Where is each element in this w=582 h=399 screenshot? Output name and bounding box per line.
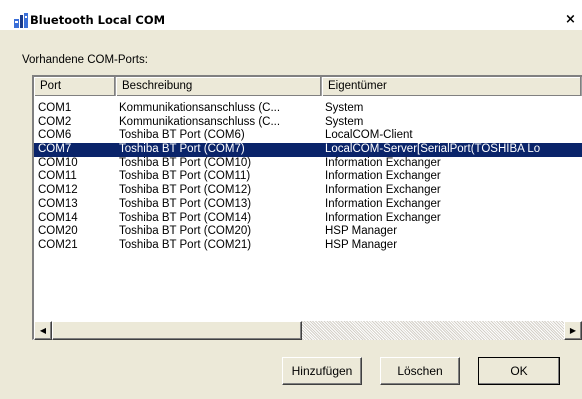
port-cell: COM13: [38, 197, 78, 210]
owner-cell: HSP Manager: [325, 238, 398, 251]
column-header-port[interactable]: Port: [34, 77, 116, 96]
owner-cell: Information Exchanger: [325, 170, 441, 183]
owner-cell: LocalCOM-Server[SerialPort(TOSHIBA Lo: [325, 143, 541, 156]
owner-cell: Information Exchanger: [325, 197, 441, 210]
description-cell: Toshiba BT Port (COM14): [119, 211, 252, 224]
add-button[interactable]: Hinzufügen: [282, 357, 362, 385]
description-cell: Toshiba BT Port (COM20): [119, 225, 252, 238]
table-row[interactable]: COM12 Toshiba BT Port (COM12) Information …: [34, 184, 582, 198]
owner-cell: LocalCOM-Client: [325, 129, 413, 142]
description-cell: Toshiba BT Port (COM6): [119, 129, 245, 142]
port-cell: COM2: [38, 115, 72, 128]
owner-cell: Information Exchanger: [325, 211, 441, 224]
scroll-thumb[interactable]: [52, 321, 302, 340]
port-cell: COM12: [38, 184, 78, 197]
description-cell: Kommunikationsanschluss (C...: [119, 115, 281, 128]
delete-button[interactable]: Löschen: [380, 357, 460, 385]
owner-cell: System: [325, 115, 364, 128]
port-cell: COM10: [38, 156, 78, 169]
port-cell: COM11: [38, 170, 77, 183]
table-row[interactable]: COM13 Toshiba BT Port (COM13) Information …: [34, 198, 582, 212]
dialog-window: Bluetooth Local COM × Vorhandene COM-Por…: [0, 0, 582, 399]
table-row[interactable]: COM14 Toshiba BT Port (COM14) Information …: [34, 212, 582, 226]
owner-cell: Information Exchanger: [325, 184, 441, 197]
ok-button[interactable]: OK: [478, 357, 560, 385]
port-cell: COM7: [38, 143, 72, 156]
port-cell: COM1: [38, 102, 72, 114]
bluetooth-com-icon: [14, 13, 28, 28]
window-title: Bluetooth Local COM: [30, 13, 166, 27]
close-button[interactable]: ×: [565, 11, 582, 29]
scroll-left-button[interactable]: ◀: [34, 321, 52, 340]
table-row[interactable]: COM7 Toshiba BT Port (COM7) LocalCOM-Serve…: [34, 143, 582, 157]
description-cell: Toshiba BT Port (COM7): [119, 143, 245, 156]
title-bar[interactable]: Bluetooth Local COM ×: [0, 0, 582, 30]
port-cell: COM14: [38, 211, 78, 224]
owner-cell: System: [325, 102, 364, 114]
table-row[interactable]: COM6 Toshiba BT Port (COM6) LocalCOM-Clien…: [34, 129, 582, 143]
column-header-description[interactable]: Beschreibung: [116, 77, 322, 96]
port-cell: COM6: [38, 129, 72, 142]
description-cell: Toshiba BT Port (COM12): [119, 184, 252, 197]
table-row[interactable]: COM20 Toshiba BT Port (COM20) HSP Manager: [34, 225, 582, 239]
table-row[interactable]: COM1 Kommunikationsanschluss (C... System: [34, 102, 582, 116]
description-cell: Toshiba BT Port (COM13): [119, 197, 252, 210]
description-cell: Toshiba BT Port (COM11): [119, 170, 251, 183]
table-row[interactable]: COM21 Toshiba BT Port (COM21) HSP Manager: [34, 239, 582, 253]
column-header-owner[interactable]: Eigentümer: [322, 77, 582, 96]
horizontal-scrollbar[interactable]: ◀ ▶: [34, 321, 582, 340]
owner-cell: HSP Manager: [325, 225, 398, 238]
description-cell: Toshiba BT Port (COM21): [119, 238, 252, 251]
table-row[interactable]: COM11 Toshiba BT Port (COM11) Information …: [34, 170, 582, 184]
com-ports-label: Vorhandene COM-Ports:: [22, 54, 148, 66]
description-cell: Kommunikationsanschluss (C...: [119, 102, 281, 114]
scroll-right-button[interactable]: ▶: [564, 321, 582, 340]
description-cell: Toshiba BT Port (COM10): [119, 156, 252, 169]
table-row[interactable]: COM2 Kommunikationsanschluss (C... System: [34, 116, 582, 130]
owner-cell: Information Exchanger: [325, 156, 441, 169]
table-row[interactable]: COM10 Toshiba BT Port (COM10) Information …: [34, 157, 582, 171]
port-cell: COM20: [38, 225, 78, 238]
port-cell: COM21: [38, 238, 78, 251]
list-rows: COM1 Kommunikationsanschluss (C... System C…: [34, 102, 582, 253]
com-port-list[interactable]: Port Beschreibung Eigentümer COM1 Kommuni…: [32, 75, 582, 340]
list-header: Port Beschreibung Eigentümer: [34, 77, 582, 96]
